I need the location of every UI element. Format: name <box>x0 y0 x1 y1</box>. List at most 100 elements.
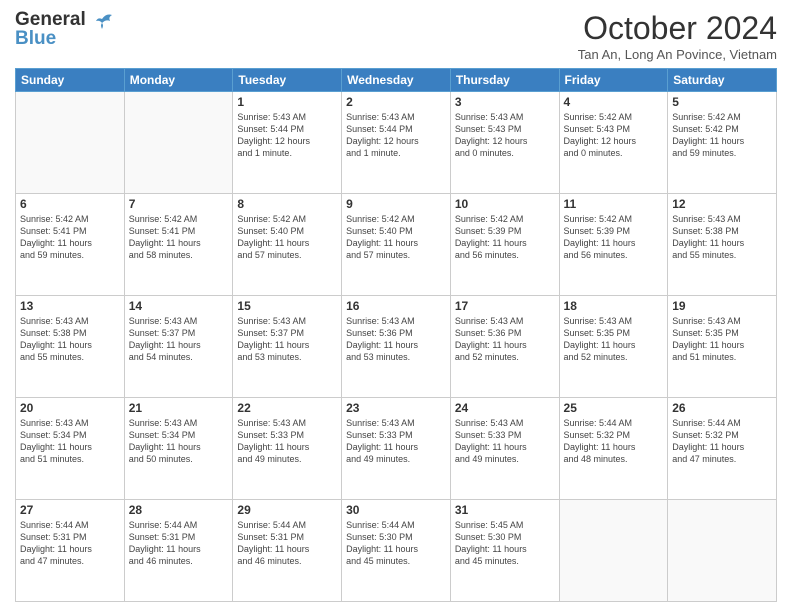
calendar-cell: 15 Sunrise: 5:43 AM Sunset: 5:37 PM Dayli… <box>233 296 342 398</box>
calendar-cell: 6 Sunrise: 5:42 AM Sunset: 5:41 PM Daylig… <box>16 194 125 296</box>
day-number: 3 <box>455 95 555 109</box>
calendar-cell: 18Sunrise: 5:43 AM Sunset: 5:35 PM Dayli… <box>559 296 668 398</box>
day-number: 27 <box>20 503 120 517</box>
day-number: 11 <box>564 197 664 211</box>
day-info: Sunrise: 5:43 AM Sunset: 5:35 PM Dayligh… <box>672 315 772 364</box>
day-number: 13 <box>20 299 120 313</box>
day-info: Sunrise: 5:45 AM Sunset: 5:30 PM Dayligh… <box>455 519 555 568</box>
calendar-cell: 24 Sunrise: 5:43 AM Sunset: 5:33 PM Dayli… <box>450 398 559 500</box>
calendar-week-row: 20 Sunrise: 5:43 AM Sunset: 5:34 PM Dayli… <box>16 398 777 500</box>
calendar-week-row: 27 Sunrise: 5:44 AM Sunset: 5:31 PM Dayli… <box>16 500 777 602</box>
calendar-cell: 5 Sunrise: 5:42 AM Sunset: 5:42 PM Daylig… <box>668 92 777 194</box>
day-info: Sunrise: 5:43 AM Sunset: 5:33 PM Dayligh… <box>455 417 555 466</box>
logo: General Blue <box>15 10 116 48</box>
day-number: 25 <box>564 401 664 415</box>
day-number: 6 <box>20 197 120 211</box>
day-info: Sunrise: 5:43 AM Sunset: 5:43 PM Dayligh… <box>455 111 555 160</box>
day-number: 18 <box>564 299 664 313</box>
day-number: 21 <box>129 401 229 415</box>
calendar-cell: 3 Sunrise: 5:43 AM Sunset: 5:43 PM Daylig… <box>450 92 559 194</box>
col-wednesday: Wednesday <box>342 69 451 92</box>
calendar-cell: 8 Sunrise: 5:42 AM Sunset: 5:40 PM Daylig… <box>233 194 342 296</box>
day-info: Sunrise: 5:44 AM Sunset: 5:32 PM Dayligh… <box>672 417 772 466</box>
calendar-cell: 28Sunrise: 5:44 AM Sunset: 5:31 PM Dayli… <box>124 500 233 602</box>
day-number: 15 <box>237 299 337 313</box>
calendar-cell: 21 Sunrise: 5:43 AM Sunset: 5:34 PM Dayli… <box>124 398 233 500</box>
calendar-cell: 25Sunrise: 5:44 AM Sunset: 5:32 PM Dayli… <box>559 398 668 500</box>
calendar-cell <box>668 500 777 602</box>
day-number: 9 <box>346 197 446 211</box>
subtitle: Tan An, Long An Povince, Vietnam <box>578 47 777 62</box>
day-info: Sunrise: 5:42 AM Sunset: 5:41 PM Dayligh… <box>20 213 120 262</box>
day-info: Sunrise: 5:42 AM Sunset: 5:40 PM Dayligh… <box>346 213 446 262</box>
day-info: Sunrise: 5:43 AM Sunset: 5:36 PM Dayligh… <box>346 315 446 364</box>
calendar-week-row: 1 Sunrise: 5:43 AM Sunset: 5:44 PM Daylig… <box>16 92 777 194</box>
day-info: Sunrise: 5:43 AM Sunset: 5:34 PM Dayligh… <box>20 417 120 466</box>
col-friday: Friday <box>559 69 668 92</box>
day-info: Sunrise: 5:43 AM Sunset: 5:44 PM Dayligh… <box>346 111 446 160</box>
day-number: 20 <box>20 401 120 415</box>
day-number: 12 <box>672 197 772 211</box>
day-info: Sunrise: 5:43 AM Sunset: 5:37 PM Dayligh… <box>237 315 337 364</box>
col-sunday: Sunday <box>16 69 125 92</box>
calendar-cell: 23Sunrise: 5:43 AM Sunset: 5:33 PM Dayli… <box>342 398 451 500</box>
calendar-cell <box>559 500 668 602</box>
day-number: 29 <box>237 503 337 517</box>
calendar-cell <box>16 92 125 194</box>
day-number: 17 <box>455 299 555 313</box>
calendar-cell: 12Sunrise: 5:43 AM Sunset: 5:38 PM Dayli… <box>668 194 777 296</box>
day-number: 5 <box>672 95 772 109</box>
day-info: Sunrise: 5:42 AM Sunset: 5:40 PM Dayligh… <box>237 213 337 262</box>
month-title: October 2024 <box>578 10 777 47</box>
page: General Blue October 2024 Tan An, Long A… <box>0 0 792 612</box>
calendar-cell: 16Sunrise: 5:43 AM Sunset: 5:36 PM Dayli… <box>342 296 451 398</box>
calendar-cell: 7Sunrise: 5:42 AM Sunset: 5:41 PM Daylig… <box>124 194 233 296</box>
logo-general: General <box>15 10 86 29</box>
day-number: 2 <box>346 95 446 109</box>
day-info: Sunrise: 5:43 AM Sunset: 5:33 PM Dayligh… <box>237 417 337 466</box>
day-info: Sunrise: 5:43 AM Sunset: 5:33 PM Dayligh… <box>346 417 446 466</box>
col-saturday: Saturday <box>668 69 777 92</box>
day-number: 14 <box>129 299 229 313</box>
day-info: Sunrise: 5:42 AM Sunset: 5:42 PM Dayligh… <box>672 111 772 160</box>
logo-bird-icon <box>88 11 116 39</box>
calendar-table: Sunday Monday Tuesday Wednesday Thursday… <box>15 68 777 602</box>
logo-blue: Blue <box>15 29 86 48</box>
calendar-cell: 29 Sunrise: 5:44 AM Sunset: 5:31 PM Dayli… <box>233 500 342 602</box>
day-info: Sunrise: 5:43 AM Sunset: 5:37 PM Dayligh… <box>129 315 229 364</box>
day-number: 19 <box>672 299 772 313</box>
calendar-cell: 10 Sunrise: 5:42 AM Sunset: 5:39 PM Dayli… <box>450 194 559 296</box>
calendar-cell: 30Sunrise: 5:44 AM Sunset: 5:30 PM Dayli… <box>342 500 451 602</box>
calendar-cell: 2 Sunrise: 5:43 AM Sunset: 5:44 PM Daylig… <box>342 92 451 194</box>
day-info: Sunrise: 5:44 AM Sunset: 5:31 PM Dayligh… <box>20 519 120 568</box>
day-info: Sunrise: 5:43 AM Sunset: 5:36 PM Dayligh… <box>455 315 555 364</box>
calendar-cell: 11 Sunrise: 5:42 AM Sunset: 5:39 PM Dayli… <box>559 194 668 296</box>
calendar-cell: 1 Sunrise: 5:43 AM Sunset: 5:44 PM Daylig… <box>233 92 342 194</box>
day-number: 8 <box>237 197 337 211</box>
calendar-cell: 17 Sunrise: 5:43 AM Sunset: 5:36 PM Dayli… <box>450 296 559 398</box>
day-info: Sunrise: 5:44 AM Sunset: 5:31 PM Dayligh… <box>237 519 337 568</box>
col-monday: Monday <box>124 69 233 92</box>
calendar-week-row: 13 Sunrise: 5:43 AM Sunset: 5:38 PM Dayli… <box>16 296 777 398</box>
col-tuesday: Tuesday <box>233 69 342 92</box>
day-number: 1 <box>237 95 337 109</box>
day-number: 7 <box>129 197 229 211</box>
calendar-header-row: Sunday Monday Tuesday Wednesday Thursday… <box>16 69 777 92</box>
day-number: 10 <box>455 197 555 211</box>
calendar-cell: 9 Sunrise: 5:42 AM Sunset: 5:40 PM Daylig… <box>342 194 451 296</box>
calendar-cell: 31Sunrise: 5:45 AM Sunset: 5:30 PM Dayli… <box>450 500 559 602</box>
day-info: Sunrise: 5:42 AM Sunset: 5:39 PM Dayligh… <box>564 213 664 262</box>
day-info: Sunrise: 5:42 AM Sunset: 5:43 PM Dayligh… <box>564 111 664 160</box>
calendar-cell: 4Sunrise: 5:42 AM Sunset: 5:43 PM Daylig… <box>559 92 668 194</box>
day-info: Sunrise: 5:43 AM Sunset: 5:34 PM Dayligh… <box>129 417 229 466</box>
day-number: 24 <box>455 401 555 415</box>
day-info: Sunrise: 5:42 AM Sunset: 5:39 PM Dayligh… <box>455 213 555 262</box>
calendar-cell: 13 Sunrise: 5:43 AM Sunset: 5:38 PM Dayli… <box>16 296 125 398</box>
day-number: 22 <box>237 401 337 415</box>
calendar-cell: 26Sunrise: 5:44 AM Sunset: 5:32 PM Dayli… <box>668 398 777 500</box>
day-info: Sunrise: 5:43 AM Sunset: 5:44 PM Dayligh… <box>237 111 337 160</box>
calendar-cell: 27 Sunrise: 5:44 AM Sunset: 5:31 PM Dayli… <box>16 500 125 602</box>
day-info: Sunrise: 5:44 AM Sunset: 5:30 PM Dayligh… <box>346 519 446 568</box>
calendar-cell: 22 Sunrise: 5:43 AM Sunset: 5:33 PM Dayli… <box>233 398 342 500</box>
day-info: Sunrise: 5:43 AM Sunset: 5:38 PM Dayligh… <box>20 315 120 364</box>
